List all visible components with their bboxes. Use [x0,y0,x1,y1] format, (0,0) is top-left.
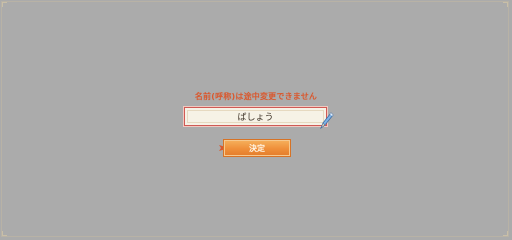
name-value: ばしょう [237,113,274,123]
frame-corner [503,2,508,7]
confirm-button[interactable]: 決定 [223,139,291,157]
frame-corner [2,231,7,236]
confirm-label: 決定 [249,143,265,153]
frame-corner [2,2,7,7]
name-change-notice: 名前(呼称)は途中変更できません [194,92,318,101]
name-input-field[interactable]: ばしょう [183,106,328,127]
frame-corner [503,231,508,236]
pencil-icon[interactable] [318,110,334,130]
